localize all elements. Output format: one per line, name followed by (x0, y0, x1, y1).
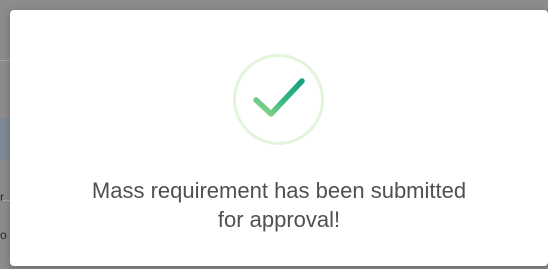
success-dialog: Mass requirement has been submitted for … (10, 10, 548, 266)
background-text-fragment: o (0, 228, 7, 242)
success-message-line-1: Mass requirement has been submitted (91, 178, 467, 203)
success-message-line-2: for approval! (217, 207, 341, 232)
success-message: Mass requirement has been submitted for … (10, 176, 548, 234)
success-check-icon (233, 54, 324, 145)
background-text-fragment: r (0, 190, 4, 204)
